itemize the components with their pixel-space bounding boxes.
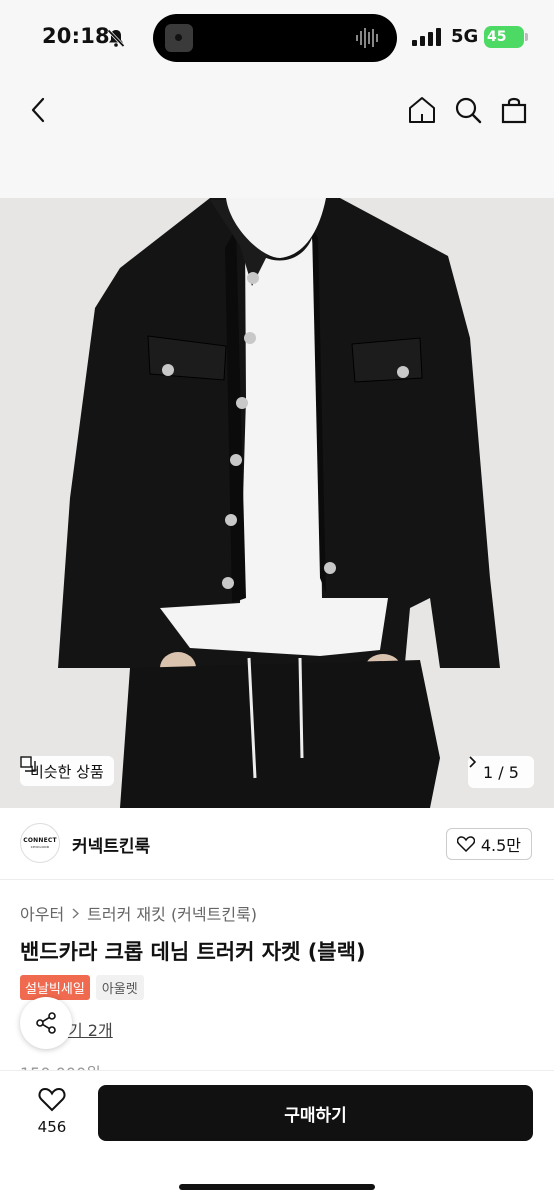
- similar-products-button[interactable]: 비슷한 상품: [20, 756, 114, 786]
- price-peek: 150,000원: [20, 1060, 101, 1070]
- home-button[interactable]: [402, 90, 442, 130]
- share-button[interactable]: [20, 997, 72, 1049]
- similar-products-label: 비슷한 상품: [30, 762, 104, 781]
- battery-icon: 45: [484, 26, 528, 48]
- product-title: 밴드카라 크롭 데님 트러커 자켓 (블랙): [20, 940, 366, 964]
- home-icon: [409, 97, 435, 123]
- product-badges: 설날빅세일 아울렛: [20, 975, 144, 1000]
- heart-icon: [456, 836, 475, 852]
- review-link[interactable]: 기 2개: [68, 1017, 113, 1041]
- network-label: 5G: [451, 26, 479, 47]
- shop-follow-button[interactable]: 4.5만: [445, 828, 532, 860]
- share-icon: [36, 1012, 56, 1034]
- chevron-right-icon: [72, 907, 80, 919]
- outlet-badge: 아울렛: [95, 975, 144, 1000]
- breadcrumb: 아우터 트러커 재킷 (커넥트킨룩): [20, 901, 257, 925]
- back-button[interactable]: [18, 90, 58, 130]
- shopping-bag-icon: [501, 97, 527, 124]
- image-counter[interactable]: 1 / 5: [468, 756, 534, 788]
- signal-bars-icon: [412, 28, 441, 46]
- similar-copy-icon: [20, 756, 36, 772]
- breadcrumb-subcategory[interactable]: 트러커 재킷 (커넥트킨룩): [87, 901, 257, 925]
- sale-badge: 설날빅세일: [20, 975, 90, 1000]
- shop-logo-text: CONNECT: [23, 837, 57, 844]
- cart-button[interactable]: [494, 90, 534, 130]
- camera-icon: [165, 24, 193, 52]
- chevron-right-icon: [469, 756, 476, 768]
- like-count: 456: [37, 1118, 67, 1136]
- bottom-action-bar: 456 구매하기: [0, 1070, 554, 1200]
- image-counter-label: 1 / 5: [483, 762, 519, 782]
- buy-button[interactable]: 구매하기: [98, 1085, 533, 1141]
- bell-slash-icon: [107, 29, 125, 48]
- dynamic-island: [153, 14, 397, 62]
- heart-icon: [38, 1087, 66, 1112]
- product-photo: [0, 198, 554, 808]
- search-button[interactable]: [448, 90, 488, 130]
- search-icon: [455, 97, 482, 124]
- breadcrumb-category[interactable]: 아우터: [20, 901, 64, 925]
- status-bar: 20:18 5G 45: [0, 0, 554, 76]
- like-button[interactable]: 456: [26, 1087, 78, 1136]
- shop-row[interactable]: CONNECT CHICLOOK 커넥트킨룩 4.5만: [0, 808, 554, 880]
- top-nav: [0, 76, 554, 198]
- shop-name[interactable]: 커넥트킨룩: [72, 832, 150, 857]
- shop-logo-subtext: CHICLOOK: [30, 845, 50, 849]
- back-chevron-icon: [31, 97, 45, 123]
- product-image-carousel[interactable]: 비슷한 상품 1 / 5: [0, 198, 554, 808]
- home-indicator[interactable]: [179, 1184, 375, 1190]
- shop-logo[interactable]: CONNECT CHICLOOK: [20, 823, 60, 863]
- audio-wave-icon: [356, 28, 378, 48]
- status-time: 20:18: [42, 24, 110, 48]
- shop-rating-label: 4.5만: [480, 836, 521, 855]
